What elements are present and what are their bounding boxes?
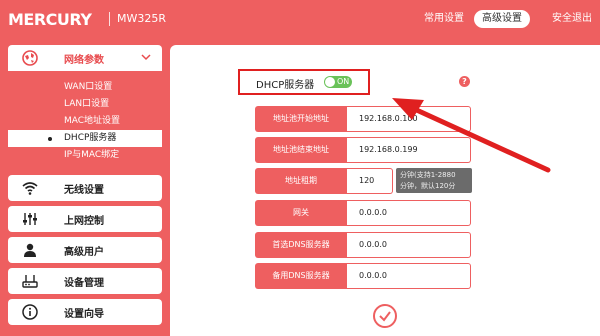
model-name: MW325R	[117, 12, 167, 25]
pool-start-input[interactable]: 192.168.0.100	[347, 106, 471, 132]
chevron-down-icon	[141, 54, 151, 61]
nav-common-settings[interactable]: 常用设置	[416, 10, 472, 28]
secondary-dns-input[interactable]: 0.0.0.0	[347, 263, 471, 289]
submenu-mac[interactable]: MAC地址设置	[8, 113, 162, 130]
sidebar-item-label: 无线设置	[64, 185, 104, 196]
sidebar-item-setup-wizard[interactable]: 设置向导	[8, 299, 162, 325]
pool-end-field: 地址池结束地址 192.168.0.199	[255, 137, 471, 163]
logo-divider	[109, 12, 110, 26]
nav-advanced-settings[interactable]: 高级设置	[474, 10, 530, 28]
field-label: 地址池开始地址	[255, 106, 347, 132]
field-label: 地址池结束地址	[255, 137, 347, 163]
top-bar: MERCURY MW325R 常用设置 高级设置 安全退出	[0, 0, 600, 38]
toggle-knob	[325, 77, 335, 87]
lease-time-tooltip: 分钟(支持1-2880 分钟，默认120分	[396, 168, 472, 193]
pool-start-field: 地址池开始地址 192.168.0.100	[255, 106, 471, 132]
sidebar-item-wireless[interactable]: 无线设置	[8, 175, 162, 201]
dhcp-server-label: DHCP服务器	[256, 80, 315, 91]
pool-end-input[interactable]: 192.168.0.199	[347, 137, 471, 163]
gateway-input[interactable]: 0.0.0.0	[347, 200, 471, 226]
tooltip-line: 分钟，默认120分	[400, 182, 456, 190]
wifi-icon	[22, 182, 38, 195]
sidebar-item-device-management[interactable]: 设备管理	[8, 268, 162, 294]
submenu-wan[interactable]: WAN口设置	[8, 79, 162, 96]
secondary-dns-field: 备用DNS服务器 0.0.0.0	[255, 263, 471, 289]
submenu-lan[interactable]: LAN口设置	[8, 96, 162, 113]
submenu-ip-mac-binding[interactable]: IP与MAC绑定	[8, 147, 162, 164]
network-submenu: WAN口设置 LAN口设置 MAC地址设置 DHCP服务器 IP与MAC绑定	[8, 76, 162, 168]
sidebar: 网络参数 WAN口设置 LAN口设置 MAC地址设置 DHCP服务器 IP与MA…	[8, 45, 162, 330]
main-panel: DHCP服务器 ON ? 地址池开始地址 192.168.0.100 地址池结束…	[170, 45, 600, 336]
field-label: 备用DNS服务器	[255, 263, 347, 289]
logo: MERCURY	[8, 10, 92, 29]
help-icon[interactable]: ?	[459, 76, 470, 87]
info-icon	[22, 304, 38, 320]
save-button[interactable]	[373, 304, 397, 328]
dhcp-toggle[interactable]: ON	[324, 76, 352, 88]
sidebar-item-label: 设置向导	[64, 309, 104, 320]
check-icon	[379, 311, 391, 322]
field-label: 首选DNS服务器	[255, 232, 347, 258]
field-label: 地址租期	[255, 168, 347, 194]
tooltip-line: 分钟(支持1-2880	[400, 171, 456, 179]
sidebar-item-label: 设备管理	[64, 278, 104, 289]
primary-dns-input[interactable]: 0.0.0.0	[347, 232, 471, 258]
router-icon	[22, 275, 38, 288]
sidebar-item-label: 网络参数	[64, 55, 104, 66]
sidebar-item-label: 上网控制	[64, 216, 104, 227]
gateway-field: 网关 0.0.0.0	[255, 200, 471, 226]
field-label: 网关	[255, 200, 347, 226]
toggle-state: ON	[337, 77, 350, 86]
primary-dns-field: 首选DNS服务器 0.0.0.0	[255, 232, 471, 258]
submenu-dhcp[interactable]: DHCP服务器	[8, 130, 162, 147]
user-icon	[24, 243, 36, 257]
sidebar-item-advanced-user[interactable]: 高级用户	[8, 237, 162, 263]
lease-time-input[interactable]: 120	[347, 168, 393, 194]
sidebar-item-access-control[interactable]: 上网控制	[8, 206, 162, 232]
sidebar-item-network[interactable]: 网络参数	[8, 45, 162, 71]
globe-icon	[22, 50, 38, 66]
sidebar-item-label: 高级用户	[64, 247, 104, 258]
nav-logout[interactable]: 安全退出	[544, 10, 600, 28]
dhcp-server-highlight: DHCP服务器 ON	[238, 69, 370, 95]
sliders-icon	[23, 213, 37, 225]
